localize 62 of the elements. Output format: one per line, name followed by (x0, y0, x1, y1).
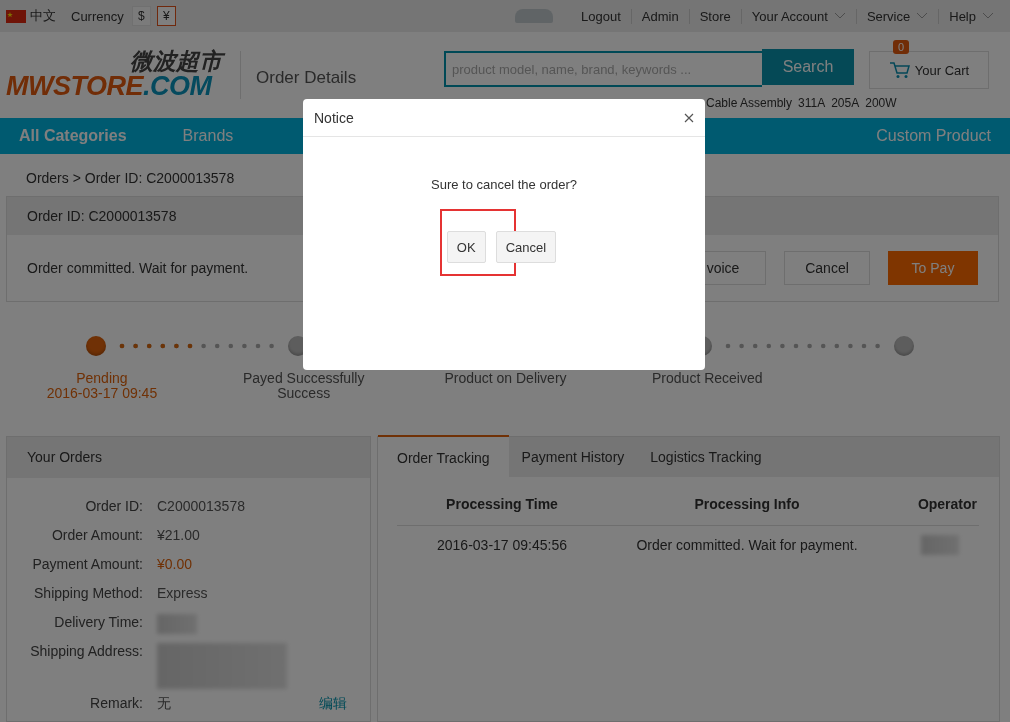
step-label: Product Received (651, 371, 764, 386)
field-label: Delivery Time: (53, 614, 144, 632)
currency-option[interactable]: ¥ (156, 6, 176, 26)
action-button[interactable]: Cancel (784, 251, 870, 285)
step-label: Product on Delivery (443, 371, 568, 386)
cart-button[interactable]: Your Cart (869, 51, 989, 89)
search-button[interactable]: Search (762, 49, 854, 85)
column-header: Processing Time (445, 496, 559, 512)
field-value: C2000013578 (157, 498, 245, 516)
dialog-button[interactable]: Cancel (495, 231, 557, 263)
edit-link[interactable]: 编辑 (319, 695, 347, 722)
table-cell-text: Order committed. Wait for payment. (635, 537, 859, 553)
top-link[interactable]: Help (938, 8, 1004, 24)
field-value: Express (157, 585, 208, 603)
language-link[interactable]: 中文 (30, 7, 56, 25)
step-date: 2016-03-17 09:45 (45, 386, 159, 401)
nav-link[interactable]: Custom Product (876, 127, 991, 145)
field-value: 无 (157, 695, 171, 713)
field-label: Shipping Method: (33, 585, 144, 603)
column-header: Processing Info (693, 496, 801, 512)
top-link[interactable]: Service (855, 8, 939, 24)
field-label: Remark: (89, 695, 144, 713)
currency-label: Currency (71, 8, 124, 24)
dialog-title: Notice (314, 109, 354, 126)
cart-count-badge: 0 (893, 40, 910, 54)
nav-link[interactable]: All Categories (19, 127, 127, 145)
tab[interactable]: Payment History (508, 437, 638, 477)
step-date: Success (277, 386, 331, 401)
close-icon (684, 112, 694, 123)
breadcrumb: Orders > Order ID: C2000013578 (26, 170, 235, 186)
top-link[interactable]: Logout (571, 8, 631, 24)
cart-icon (888, 61, 911, 79)
tab[interactable]: Logistics Tracking (637, 437, 775, 477)
order-status-text: Order committed. Wait for payment. (27, 260, 249, 276)
logo[interactable]: MWSTORE.COM (6, 73, 226, 100)
top-link[interactable]: Admin (630, 8, 689, 24)
keyword-link[interactable]: Cable Assembly (706, 96, 793, 110)
dialog-message: Sure to cancel the order? (430, 177, 578, 192)
field-label: Shipping Address: (29, 643, 144, 661)
keyword-link[interactable]: 311A (798, 96, 826, 110)
top-link[interactable]: Store (688, 8, 741, 24)
dialog-button[interactable]: OK (446, 231, 486, 263)
keyword-link[interactable]: 200W (865, 96, 897, 110)
page-title: Order Details (256, 68, 358, 88)
step-label: Pending (75, 371, 129, 386)
column-header: Operator (916, 496, 978, 512)
tab[interactable]: Order Tracking (378, 435, 509, 479)
top-link[interactable]: Your Account (740, 8, 856, 24)
field-value: ¥21.00 (157, 527, 200, 545)
keyword-link[interactable]: 205A (831, 96, 860, 110)
panel-header: Your Orders (7, 437, 370, 478)
currency-option[interactable]: $ (131, 6, 151, 26)
pay-button[interactable]: To Pay (888, 251, 978, 285)
table-cell-text: 2016-03-17 09:45:56 (436, 537, 568, 553)
field-label: Order ID: (84, 498, 144, 516)
china-flag-icon (6, 9, 26, 23)
field-label: Order Amount: (50, 527, 144, 545)
logo-chinese-text: 微波超市 (6, 50, 226, 73)
field-value: ¥0.00 (157, 556, 193, 574)
nav-link[interactable]: Brands (182, 127, 234, 145)
field-label: Payment Amount: (31, 556, 144, 574)
step-label: Payed Successfully (242, 371, 366, 386)
